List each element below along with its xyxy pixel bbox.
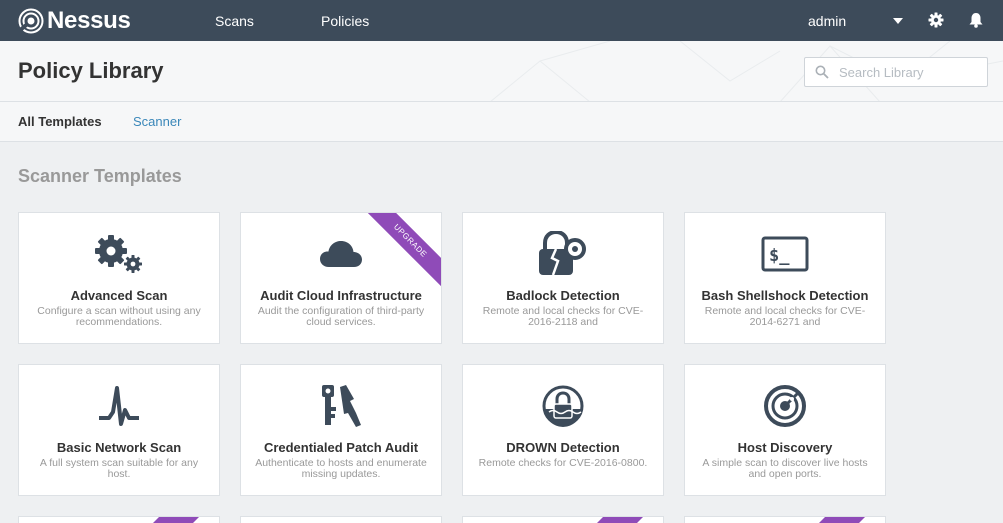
broken-lock-icon — [539, 231, 586, 276]
nav-policies-link[interactable]: Policies — [321, 13, 369, 29]
nessus-logo-icon — [18, 8, 44, 34]
search-icon — [815, 65, 829, 79]
template-description: Remote checks for CVE-2016-0800. — [478, 458, 648, 469]
section-title: Scanner Templates — [18, 166, 182, 186]
template-card-bash-shellshock[interactable]: $_ Bash Shellshock Detection Remote and … — [684, 212, 886, 344]
template-title: Badlock Detection — [506, 288, 620, 303]
template-card-basic-network-scan[interactable]: Basic Network Scan A full system scan su… — [18, 364, 220, 496]
page-title: Policy Library — [18, 58, 164, 83]
template-card-drown[interactable]: DROWN Detection Remote checks for CVE-20… — [462, 364, 664, 496]
radar-icon — [764, 385, 806, 427]
template-description: A simple scan to discover live hosts and… — [702, 458, 868, 480]
sinking-lock-icon — [542, 385, 584, 427]
template-description: Remote and local checks for CVE-2016-211… — [482, 306, 644, 328]
tab-scanner[interactable]: Scanner — [133, 114, 181, 129]
username[interactable]: admin — [808, 13, 846, 29]
template-title: Audit Cloud Infrastructure — [260, 288, 422, 303]
search-box[interactable] — [804, 57, 988, 87]
template-title: DROWN Detection — [506, 440, 620, 455]
template-card-partial[interactable] — [462, 516, 664, 523]
tab-all-templates[interactable]: All Templates — [18, 114, 102, 129]
template-card-partial[interactable] — [18, 516, 220, 523]
template-description: A full system scan suitable for any host… — [39, 458, 199, 480]
template-card-partial[interactable] — [240, 516, 442, 523]
template-title: Advanced Scan — [70, 288, 168, 303]
upgrade-ribbon — [805, 517, 865, 523]
nessus-logo[interactable]: Nessus — [18, 7, 131, 34]
bell-icon[interactable] — [968, 12, 984, 28]
template-card-advanced-scan[interactable]: Advanced Scan Configure a scan without u… — [18, 212, 220, 344]
template-description: Configure a scan without using any recom… — [37, 306, 201, 328]
key-icon — [322, 385, 361, 427]
top-navbar: Nessus Scans Policies admin — [0, 0, 1003, 41]
template-card-audit-cloud[interactable]: Audit Cloud Infrastructure Audit the con… — [240, 212, 442, 344]
terminal-icon: $_ — [761, 236, 809, 272]
template-card-partial[interactable] — [684, 516, 886, 523]
pulse-icon — [99, 386, 139, 426]
search-input[interactable] — [839, 63, 979, 81]
template-title: Credentialed Patch Audit — [263, 440, 419, 455]
template-description: Remote and local checks for CVE-2014-627… — [704, 306, 866, 328]
gear-icon[interactable] — [928, 12, 944, 28]
template-title: Host Discovery — [737, 440, 833, 455]
gears-icon — [95, 235, 142, 273]
template-title: Basic Network Scan — [56, 440, 182, 455]
nav-scans-link[interactable]: Scans — [215, 13, 254, 29]
page-header: Policy Library — [0, 41, 1003, 102]
template-card-badlock[interactable]: Badlock Detection Remote and local check… — [462, 212, 664, 344]
app-name: Nessus — [47, 7, 131, 34]
template-title: Bash Shellshock Detection — [701, 288, 869, 303]
template-description: Authenticate to hosts and enumerate miss… — [255, 458, 427, 480]
chevron-down-icon[interactable] — [893, 18, 903, 24]
template-card-credentialed-patch-audit[interactable]: Credentialed Patch Audit Authenticate to… — [240, 364, 442, 496]
template-tabs: All Templates Scanner — [0, 102, 1003, 142]
upgrade-ribbon — [583, 517, 643, 523]
template-card-host-discovery[interactable]: Host Discovery A simple scan to discover… — [684, 364, 886, 496]
svg-text:$_: $_ — [769, 246, 790, 266]
upgrade-ribbon — [139, 517, 199, 523]
cloud-icon — [320, 241, 362, 267]
template-description: Audit the configuration of third-party c… — [257, 306, 425, 328]
